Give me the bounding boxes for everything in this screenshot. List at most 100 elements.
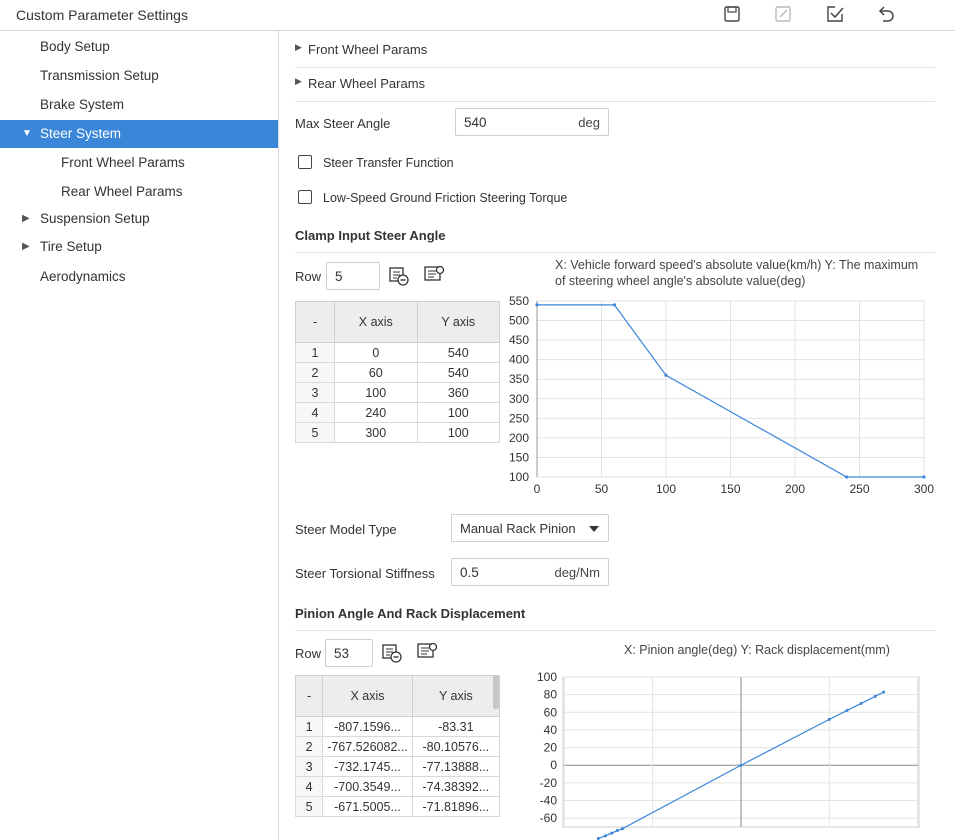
table-cell[interactable]: 240	[334, 402, 418, 423]
table-cell[interactable]: 100	[416, 422, 501, 443]
table-cell[interactable]: 360	[416, 382, 501, 403]
sidebar-item-suspension-setup[interactable]: ▶ Suspension Setup	[0, 205, 278, 233]
sidebar-item-transmission-setup[interactable]: Transmission Setup	[0, 62, 278, 90]
rear-wheel-params-label: Rear Wheel Params	[308, 76, 426, 91]
table-cell[interactable]: 0	[334, 342, 418, 363]
sidebar-item-front-wheel-params[interactable]: Front Wheel Params	[0, 149, 278, 177]
low-speed-torque-checkbox[interactable]	[298, 190, 312, 204]
table-row[interactable]: 2 60 540	[294, 362, 501, 383]
table-row[interactable]: 5 -671.5005... -71.81896...	[294, 796, 501, 817]
sidebar-item-steer-system[interactable]: ▼ Steer System	[0, 120, 278, 148]
caret-right-icon[interactable]: ▶	[22, 205, 30, 233]
steer-transfer-function-checkbox[interactable]	[298, 155, 312, 169]
steer-model-type-select[interactable]: Manual Rack Pinion	[451, 514, 609, 542]
y-tick-label: 200	[509, 431, 529, 445]
table-row[interactable]: 3 -732.1745... -77.13888...	[294, 756, 501, 777]
data-point	[615, 829, 619, 833]
add-row-icon[interactable]	[381, 642, 403, 664]
table-row[interactable]: 4 240 100	[294, 402, 501, 423]
sidebar-item-label: Brake System	[40, 97, 125, 112]
title-bar: Custom Parameter Settings	[0, 0, 955, 31]
table-cell[interactable]: -77.13888...	[411, 756, 501, 777]
max-steer-angle-value: 540	[464, 115, 487, 130]
pinion-row-value: 53	[334, 646, 350, 661]
data-point	[739, 763, 743, 767]
table-cell: 3	[294, 756, 324, 777]
rear-wheel-params-section[interactable]: ▶ Rear Wheel Params	[295, 67, 935, 102]
y-tick-label: 500	[509, 314, 529, 328]
x-tick-label: 150	[720, 482, 740, 496]
table-cell[interactable]: -767.526082...	[322, 736, 413, 757]
table-cell[interactable]: 540	[416, 342, 501, 363]
table-cell[interactable]: -671.5005...	[322, 796, 413, 817]
y-tick-label: 550	[509, 294, 529, 308]
table-row[interactable]: 5 300 100	[294, 422, 501, 443]
sidebar-item-label: Body Setup	[40, 39, 110, 54]
x-tick-label: 0	[534, 482, 541, 496]
sidebar-item-label: Front Wheel Params	[61, 155, 185, 170]
table-cell[interactable]: 100	[416, 402, 501, 423]
y-tick-label: 20	[544, 741, 558, 755]
confirm-icon[interactable]	[826, 5, 844, 23]
data-point	[845, 709, 849, 713]
edit-icon[interactable]	[774, 5, 792, 23]
table-cell[interactable]: -71.81896...	[411, 796, 501, 817]
table-cell[interactable]: -732.1745...	[322, 756, 413, 777]
table-row[interactable]: 3 100 360	[294, 382, 501, 403]
chevron-down-icon	[589, 526, 599, 532]
table-row[interactable]: 1 -807.1596... -83.31	[294, 716, 501, 737]
clamp-row-input[interactable]: 5	[326, 262, 380, 290]
table-row[interactable]: 4 -700.3549... -74.38392...	[294, 776, 501, 797]
clamp-title-text: Clamp Input Steer Angle	[295, 228, 446, 243]
sidebar-item-body-setup[interactable]: Body Setup	[0, 33, 278, 61]
table-cell[interactable]: -807.1596...	[322, 716, 413, 737]
table-cell[interactable]: -80.10576...	[411, 736, 501, 757]
table-cell[interactable]: -83.31	[411, 716, 501, 737]
table-cell[interactable]: -700.3549...	[322, 776, 413, 797]
caret-right-icon[interactable]: ▶	[22, 233, 30, 261]
add-row-icon[interactable]	[388, 265, 410, 287]
data-point	[535, 303, 539, 307]
table-row[interactable]: 1 0 540	[294, 342, 501, 363]
low-speed-torque-label: Low-Speed Ground Friction Steering Torqu…	[323, 191, 568, 205]
steer-torsional-stiffness-label: Steer Torsional Stiffness	[295, 566, 435, 581]
steer-model-type-value: Manual Rack Pinion	[460, 521, 576, 536]
table-settings-icon[interactable]	[416, 641, 438, 663]
sidebar-item-brake-system[interactable]: Brake System	[0, 91, 278, 119]
save-icon[interactable]	[723, 5, 741, 23]
clamp-chart: 100 150 200 250 300 350 400 450 500 550 0 50 100 150 2…	[509, 294, 934, 496]
clamp-row-value: 5	[335, 269, 343, 284]
clamp-section-title: Clamp Input Steer Angle	[295, 228, 935, 253]
table-header-cell: X axis	[334, 301, 418, 343]
table-header-cell: X axis	[322, 675, 413, 717]
sidebar-item-label: Tire Setup	[40, 239, 102, 254]
clamp-chart-caption: X: Vehicle forward speed's absolute valu…	[555, 258, 919, 288]
table-cell[interactable]: 60	[334, 362, 418, 383]
y-tick-label: 250	[509, 411, 529, 425]
sidebar-item-rear-wheel-params[interactable]: Rear Wheel Params	[0, 178, 278, 206]
table-scrollbar[interactable]	[493, 675, 499, 709]
sidebar-item-tire-setup[interactable]: ▶ Tire Setup	[0, 233, 278, 261]
data-point	[845, 475, 849, 479]
y-tick-label: 350	[509, 372, 529, 386]
steer-torsional-stiffness-input[interactable]: 0.5 deg/Nm	[451, 558, 609, 586]
data-point	[827, 717, 831, 721]
table-cell[interactable]: 300	[334, 422, 418, 443]
max-steer-angle-input[interactable]: 540 deg	[455, 108, 609, 136]
pinion-chart: -60 -40 -20 0 20 40 60 80 100	[537, 670, 920, 840]
table-header-cell: -	[294, 675, 324, 717]
front-wheel-params-section[interactable]: ▶ Front Wheel Params	[295, 33, 935, 68]
undo-icon[interactable]	[877, 5, 895, 23]
table-cell: 3	[294, 382, 336, 403]
sidebar-item-aerodynamics[interactable]: Aerodynamics	[0, 263, 278, 291]
y-tick-label: 400	[509, 353, 529, 367]
caret-down-icon[interactable]: ▼	[22, 120, 32, 148]
table-cell[interactable]: -74.38392...	[411, 776, 501, 797]
pinion-table: -X axis Y axis 1 -807.1596... -83.31 2 -767.5…	[294, 675, 501, 817]
x-tick-label: 200	[785, 482, 805, 496]
table-settings-icon[interactable]	[423, 264, 445, 286]
table-cell[interactable]: 100	[334, 382, 418, 403]
table-row[interactable]: 2 -767.526082... -80.10576...	[294, 736, 501, 757]
table-cell[interactable]: 540	[416, 362, 501, 383]
pinion-row-input[interactable]: 53	[325, 639, 373, 667]
